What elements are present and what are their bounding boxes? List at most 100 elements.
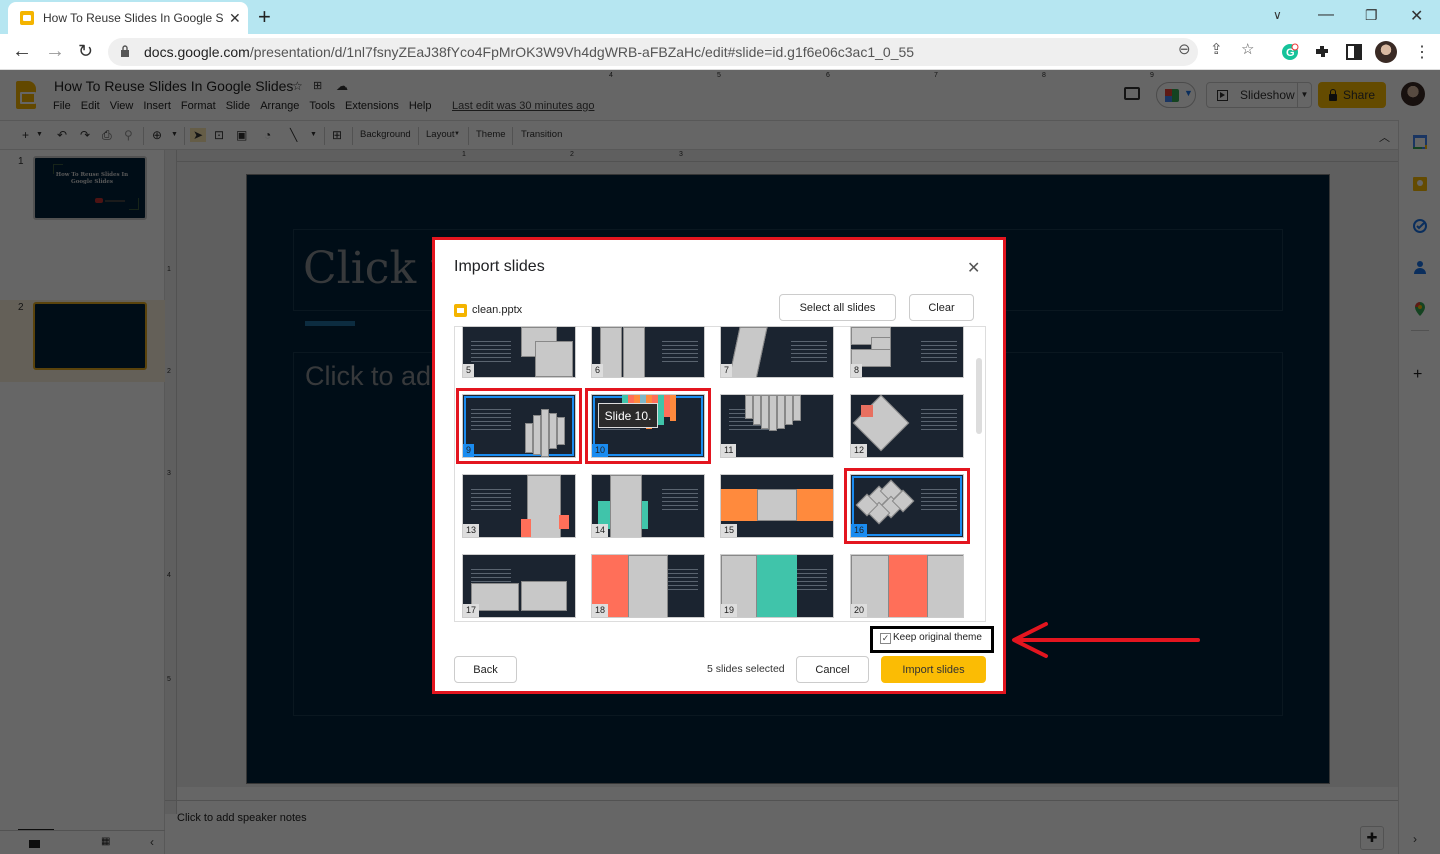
- tab-close-icon[interactable]: ✕: [229, 10, 241, 27]
- slide-thumbnail-8[interactable]: 8: [850, 326, 964, 378]
- thumbnail-text-line: [921, 345, 957, 346]
- thumbnail-text-line: [791, 349, 827, 350]
- dialog-title: Import slides: [454, 258, 545, 275]
- thumbnail-text-line: [471, 509, 511, 510]
- slide-thumbnail-17[interactable]: 17: [462, 554, 576, 618]
- thumbnail-image-block: [745, 395, 753, 419]
- slide-number-badge: 18: [592, 604, 609, 617]
- thumbnail-text-line: [662, 361, 698, 362]
- bookmark-star-icon[interactable]: ☆: [1241, 40, 1254, 58]
- dialog-close-icon[interactable]: ✕: [967, 258, 980, 278]
- slide-number-badge: 20: [851, 604, 868, 617]
- reload-icon[interactable]: ↻: [78, 41, 93, 62]
- slide-number-badge: 17: [463, 604, 480, 617]
- url-path: /presentation/d/1nl7fsnyZEaJ38fYco4FpMrO…: [249, 44, 915, 60]
- cancel-button[interactable]: Cancel: [796, 656, 869, 683]
- slide-thumbnail-19[interactable]: 19: [720, 554, 834, 618]
- thumbnail-text-line: [921, 357, 957, 358]
- thumbnail-image-block: [785, 395, 793, 425]
- back-button[interactable]: Back: [454, 656, 517, 683]
- window-close-icon[interactable]: ✕: [1410, 6, 1423, 26]
- thumbnail-image-block: [600, 327, 622, 377]
- url-input[interactable]: docs.google.com/presentation/d/1nl7fsnyZ…: [108, 38, 1198, 66]
- back-arrow-icon[interactable]: ←: [12, 40, 32, 63]
- tab-title: How To Reuse Slides In Google Sl: [43, 11, 223, 25]
- thumbnail-text-line: [471, 361, 511, 362]
- thumbnail-color-block: [721, 489, 757, 521]
- zoom-icon[interactable]: ⊖: [1178, 40, 1191, 58]
- slide-thumbnail-5[interactable]: 5: [462, 326, 576, 378]
- slide-thumbnail-14[interactable]: 14: [591, 474, 705, 538]
- new-tab-button[interactable]: +: [258, 4, 271, 30]
- thumbnail-text-line: [921, 425, 957, 426]
- slide-number-badge: 19: [721, 604, 738, 617]
- annotation-selection-frame: [844, 468, 970, 544]
- slide-thumbnail-7[interactable]: 7: [720, 326, 834, 378]
- minimize-icon[interactable]: —: [1318, 6, 1334, 24]
- slide-thumbnail-13[interactable]: 13: [462, 474, 576, 538]
- thumbnail-text-line: [471, 573, 511, 574]
- keep-original-theme-label[interactable]: Keep original theme: [893, 632, 982, 643]
- thumbnail-text-line: [921, 361, 957, 362]
- address-bar-row: ← → ↻ docs.google.com/presentation/d/1nl…: [0, 34, 1440, 70]
- thumbnail-color-block: [889, 555, 927, 617]
- thumbnail-text-line: [921, 341, 957, 342]
- annotation-arrow-icon: [1012, 622, 1200, 658]
- thumbnail-text-line: [471, 497, 511, 498]
- share-page-icon[interactable]: ⇪: [1210, 40, 1223, 58]
- slide-thumbnail-18[interactable]: 18: [591, 554, 705, 618]
- thumbnail-text-line: [471, 345, 511, 346]
- thumbnail-text-line: [791, 353, 827, 354]
- thumbnail-image-block: [753, 395, 761, 425]
- slide-number-badge: 5: [463, 364, 475, 377]
- thumbnail-color-block: [757, 555, 797, 617]
- browser-menu-icon[interactable]: ⋮: [1414, 42, 1430, 62]
- lock-icon: [121, 45, 129, 57]
- keep-original-theme-checkbox[interactable]: ✓: [880, 633, 891, 644]
- thumbnail-image-block: [623, 327, 645, 377]
- thumbnail-text-line: [791, 361, 827, 362]
- clear-button[interactable]: Clear: [909, 294, 974, 321]
- thumbnail-image-block: [769, 395, 777, 431]
- extensions-puzzle-icon[interactable]: [1313, 43, 1331, 61]
- slide-thumbnail-11[interactable]: 11: [720, 394, 834, 458]
- thumbnail-image-block: [793, 395, 801, 421]
- thumbnail-text-line: [662, 489, 698, 490]
- thumbnail-text-line: [791, 341, 827, 342]
- slide-number-badge: 7: [721, 364, 733, 377]
- forward-arrow-icon[interactable]: →: [45, 40, 65, 63]
- thumbnail-color-block: [797, 489, 833, 521]
- browser-tab[interactable]: How To Reuse Slides In Google Sl ✕: [8, 2, 248, 34]
- thumbnail-image-block: [761, 395, 769, 429]
- profile-avatar[interactable]: [1375, 41, 1397, 63]
- slides-favicon-icon: [20, 11, 34, 25]
- thumbnail-text-line: [662, 353, 698, 354]
- thumbnail-text-line: [662, 493, 698, 494]
- slides-file-icon: [454, 304, 467, 317]
- slide-thumbnail-12[interactable]: 12: [850, 394, 964, 458]
- browser-tab-bar: How To Reuse Slides In Google Sl ✕ + ∨ —…: [0, 0, 1440, 34]
- side-panel-icon[interactable]: [1345, 43, 1363, 61]
- thumbnail-image-block: [521, 581, 567, 611]
- slide-number-badge: 6: [592, 364, 604, 377]
- import-slides-button[interactable]: Import slides: [881, 656, 986, 683]
- thumbnail-text-line: [471, 577, 511, 578]
- thumbnail-text-line: [471, 353, 511, 354]
- annotation-selection-frame: [456, 388, 582, 464]
- slide-thumbnail-15[interactable]: 15: [720, 474, 834, 538]
- slide-number-badge: 11: [721, 444, 737, 457]
- thumbnail-image-block: [535, 341, 573, 377]
- thumbnail-text-line: [471, 349, 511, 350]
- slide-number-badge: 8: [851, 364, 863, 377]
- thumbnail-text-line: [471, 581, 511, 582]
- slide-thumbnail-6[interactable]: 6: [591, 326, 705, 378]
- thumbnail-text-line: [921, 349, 957, 350]
- select-all-slides-button[interactable]: Select all slides: [779, 294, 896, 321]
- grid-scrollbar[interactable]: [976, 358, 982, 434]
- grammarly-extension-icon[interactable]: G: [1281, 43, 1299, 61]
- tab-search-icon[interactable]: ∨: [1273, 8, 1282, 22]
- thumbnail-text-line: [921, 413, 957, 414]
- restore-icon[interactable]: ❐: [1365, 7, 1378, 24]
- thumbnail-image-block: [726, 327, 768, 377]
- slide-thumbnail-20[interactable]: 20: [850, 554, 964, 618]
